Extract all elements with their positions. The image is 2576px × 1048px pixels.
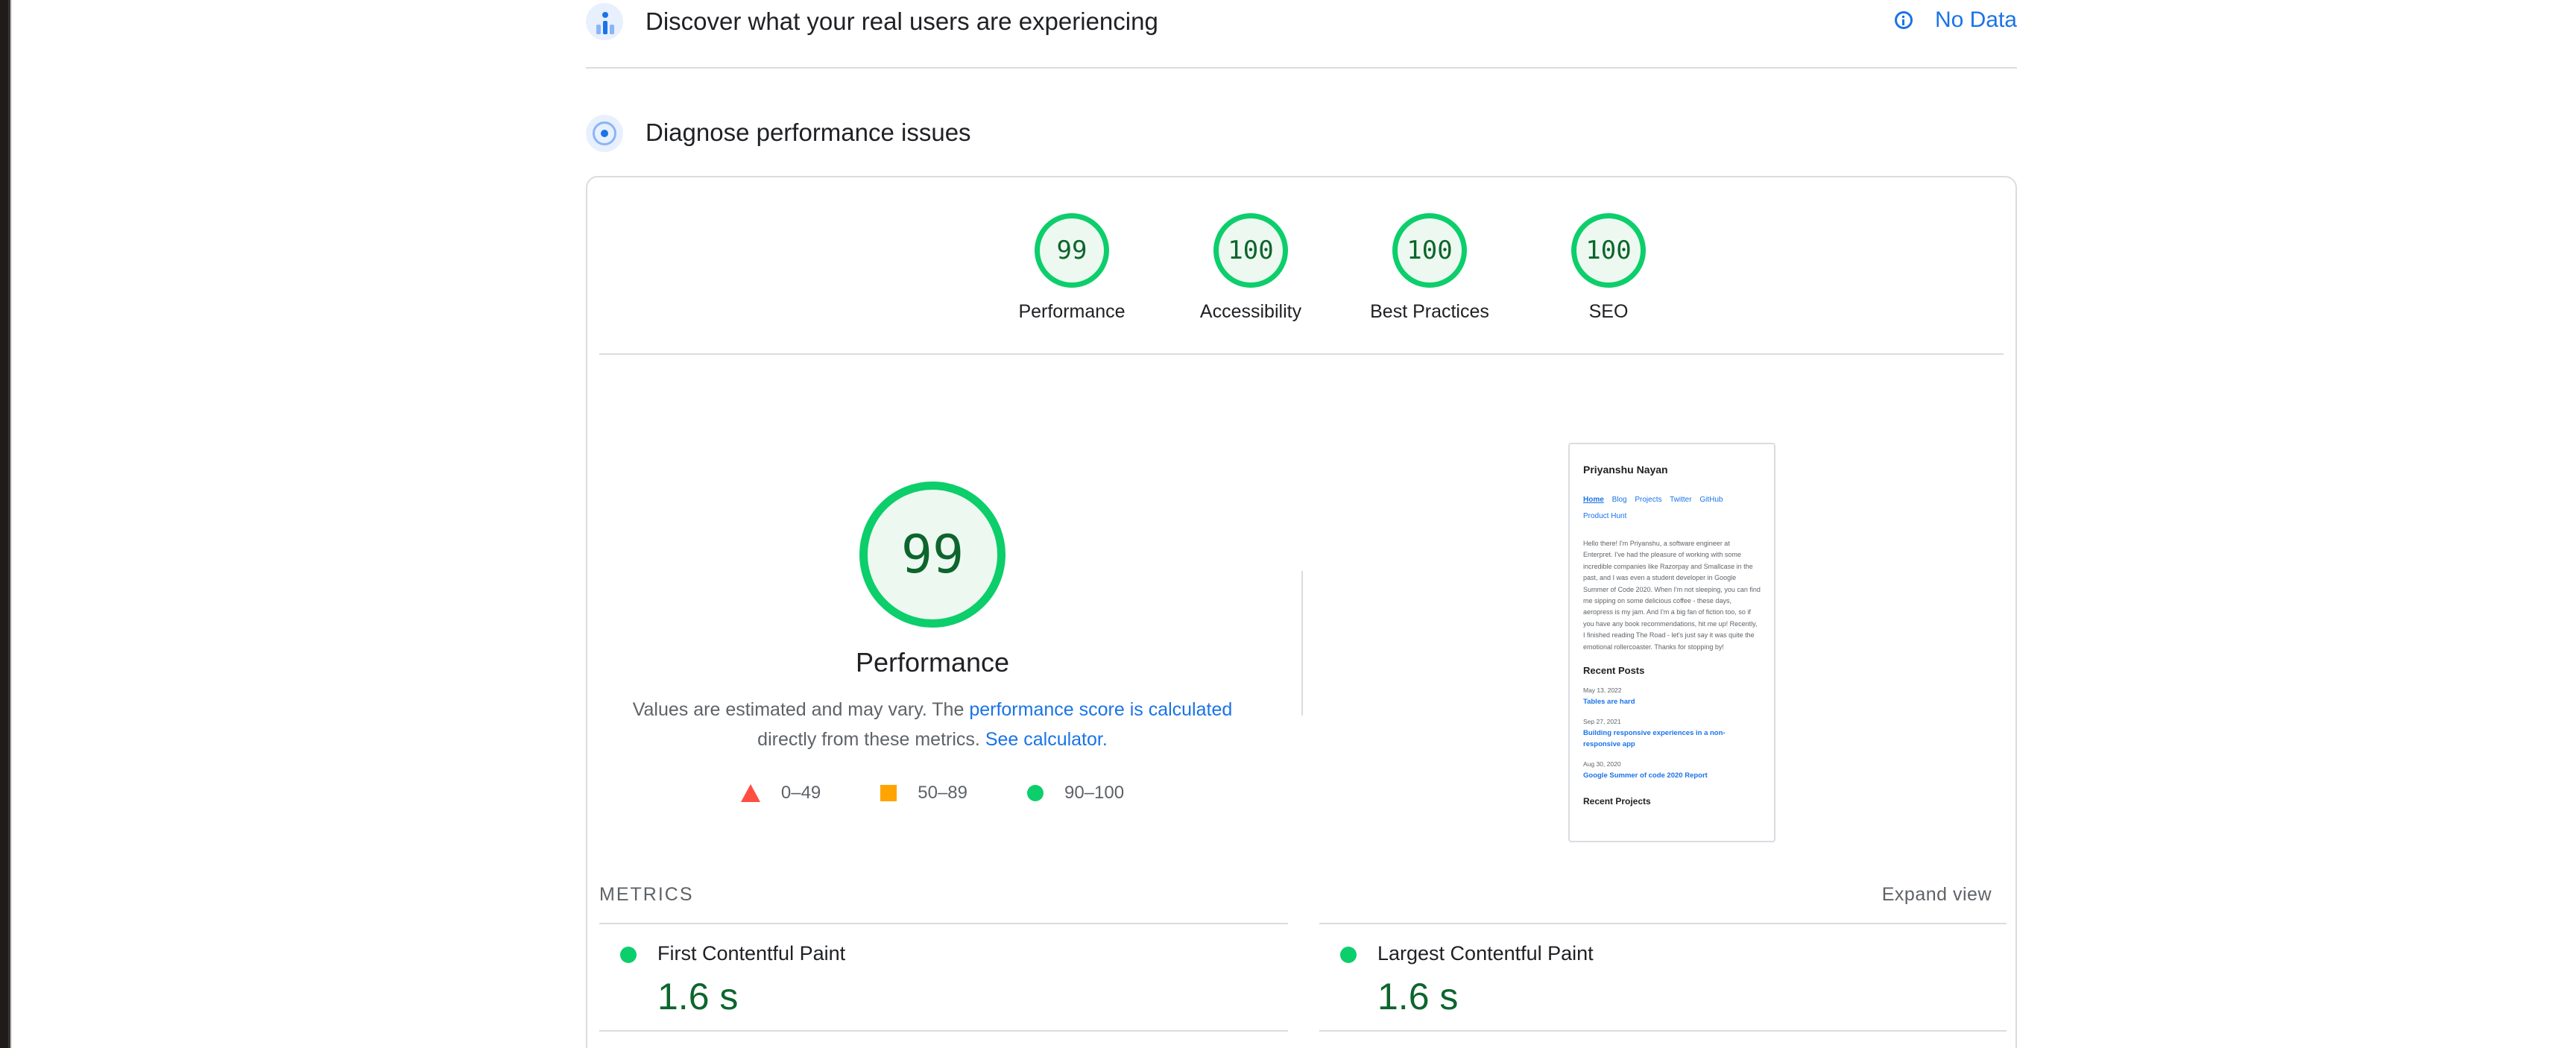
performance-score: 99 bbox=[900, 524, 965, 585]
desc-prefix: Values are estimated and may vary. The bbox=[632, 699, 970, 720]
info-icon[interactable] bbox=[1894, 11, 1913, 29]
gauge-score: 100 bbox=[1571, 213, 1646, 288]
square-icon bbox=[880, 785, 897, 801]
ss-nav-item: Blog bbox=[1611, 496, 1627, 504]
field-data-title: Discover what your real users are experi… bbox=[645, 7, 1158, 35]
legend-average-label: 50–89 bbox=[918, 783, 968, 803]
pass-circle-icon bbox=[1340, 947, 1357, 963]
metric-lcp: Largest Contentful Paint 1.6 s bbox=[1319, 923, 2007, 1032]
no-data-link[interactable]: No Data bbox=[1894, 7, 2017, 33]
ss-bio: Hello there! I'm Priyanshu, a software e… bbox=[1583, 540, 1761, 651]
ss-post-title: Google Summer of code 2020 Report bbox=[1583, 771, 1708, 780]
ss-post-title: Building responsive experiences in a non… bbox=[1583, 729, 1726, 749]
score-legend: 0–49 50–89 90–100 bbox=[587, 783, 1278, 804]
performance-score-calculated-link[interactable]: performance score is calculated bbox=[969, 699, 1232, 720]
metric-name: First Contentful Paint bbox=[657, 942, 846, 965]
desc-middle: directly from these metrics. bbox=[757, 729, 985, 750]
category-gauges: 99 Performance 100 Accessibility 100 Bes… bbox=[982, 213, 1653, 332]
legend-average: 50–89 bbox=[880, 783, 967, 804]
ss-post-title: Tables are hard bbox=[1583, 698, 1635, 707]
ss-nav-item: GitHub bbox=[1699, 496, 1723, 504]
legend-fail-label: 0–49 bbox=[780, 783, 821, 803]
divider bbox=[599, 353, 2004, 355]
expand-view-button[interactable]: Expand view bbox=[1882, 884, 1992, 906]
ss-next-heading: Recent Projects bbox=[1583, 796, 1651, 807]
gauge-score: 100 bbox=[1213, 213, 1288, 288]
diagnose-icon bbox=[586, 115, 623, 152]
metric-name: Largest Contentful Paint bbox=[1377, 942, 1594, 965]
metrics-heading: METRICS bbox=[599, 884, 694, 905]
no-data-label[interactable]: No Data bbox=[1935, 7, 2017, 33]
ss-nav-item: Product Hunt bbox=[1583, 512, 1627, 520]
gauge-accessibility[interactable]: 100 Accessibility bbox=[1161, 213, 1340, 323]
ss-nav-item: Twitter bbox=[1670, 496, 1692, 504]
diagnose-title: Diagnose performance issues bbox=[645, 119, 971, 146]
legend-pass-label: 90–100 bbox=[1064, 783, 1125, 803]
final-screenshot-thumbnail[interactable]: Priyanshu Nayan Home Blog Projects Twitt… bbox=[1568, 443, 1775, 842]
performance-label: Performance bbox=[855, 647, 1010, 678]
performance-score-gauge: 99 bbox=[859, 482, 1006, 628]
ss-nav: Home Blog Projects Twitter GitHub Produc… bbox=[1583, 492, 1747, 525]
window-edge bbox=[0, 0, 12, 1048]
triangle-icon bbox=[740, 784, 760, 802]
legend-fail: 0–49 bbox=[740, 783, 821, 804]
ss-post-date: May 13, 2022 bbox=[1583, 686, 1622, 695]
lighthouse-report-card: 99 Performance 100 Accessibility 100 Bes… bbox=[586, 176, 2017, 1048]
gauge-seo[interactable]: 100 SEO bbox=[1519, 213, 1698, 323]
metric-fcp: First Contentful Paint 1.6 s bbox=[599, 923, 1288, 1032]
gauge-label: SEO bbox=[1588, 301, 1629, 322]
gauge-label: Performance bbox=[1018, 301, 1126, 322]
metric-value: 1.6 s bbox=[1377, 976, 1459, 1017]
gauge-label: Accessibility bbox=[1199, 301, 1302, 322]
ss-post-date: Aug 30, 2020 bbox=[1583, 760, 1621, 768]
performance-description: Values are estimated and may vary. The p… bbox=[632, 695, 1233, 754]
gauge-performance[interactable]: 99 Performance bbox=[982, 213, 1161, 323]
metric-value: 1.6 s bbox=[657, 976, 739, 1017]
legend-pass: 90–100 bbox=[1027, 783, 1124, 804]
see-calculator-link[interactable]: See calculator. bbox=[985, 729, 1108, 750]
ss-recent-heading: Recent Posts bbox=[1583, 665, 1645, 677]
gauge-score: 100 bbox=[1392, 213, 1467, 288]
field-data-icon bbox=[586, 3, 623, 40]
ss-site-name: Priyanshu Nayan bbox=[1583, 464, 1668, 476]
ss-post-date: Sep 27, 2021 bbox=[1583, 718, 1621, 726]
gauge-label: Best Practices bbox=[1370, 301, 1489, 322]
ss-nav-item: Home bbox=[1583, 496, 1604, 504]
pass-circle-icon bbox=[620, 947, 637, 963]
gauge-score: 99 bbox=[1035, 213, 1109, 288]
circle-icon bbox=[1027, 785, 1044, 801]
report-main: Discover what your real users are experi… bbox=[586, 0, 2017, 1048]
gauge-best-practices[interactable]: 100 Best Practices bbox=[1340, 213, 1519, 323]
field-data-section: Discover what your real users are experi… bbox=[586, 0, 2017, 69]
ss-nav-item: Projects bbox=[1635, 496, 1662, 504]
vertical-divider bbox=[1301, 571, 1303, 716]
